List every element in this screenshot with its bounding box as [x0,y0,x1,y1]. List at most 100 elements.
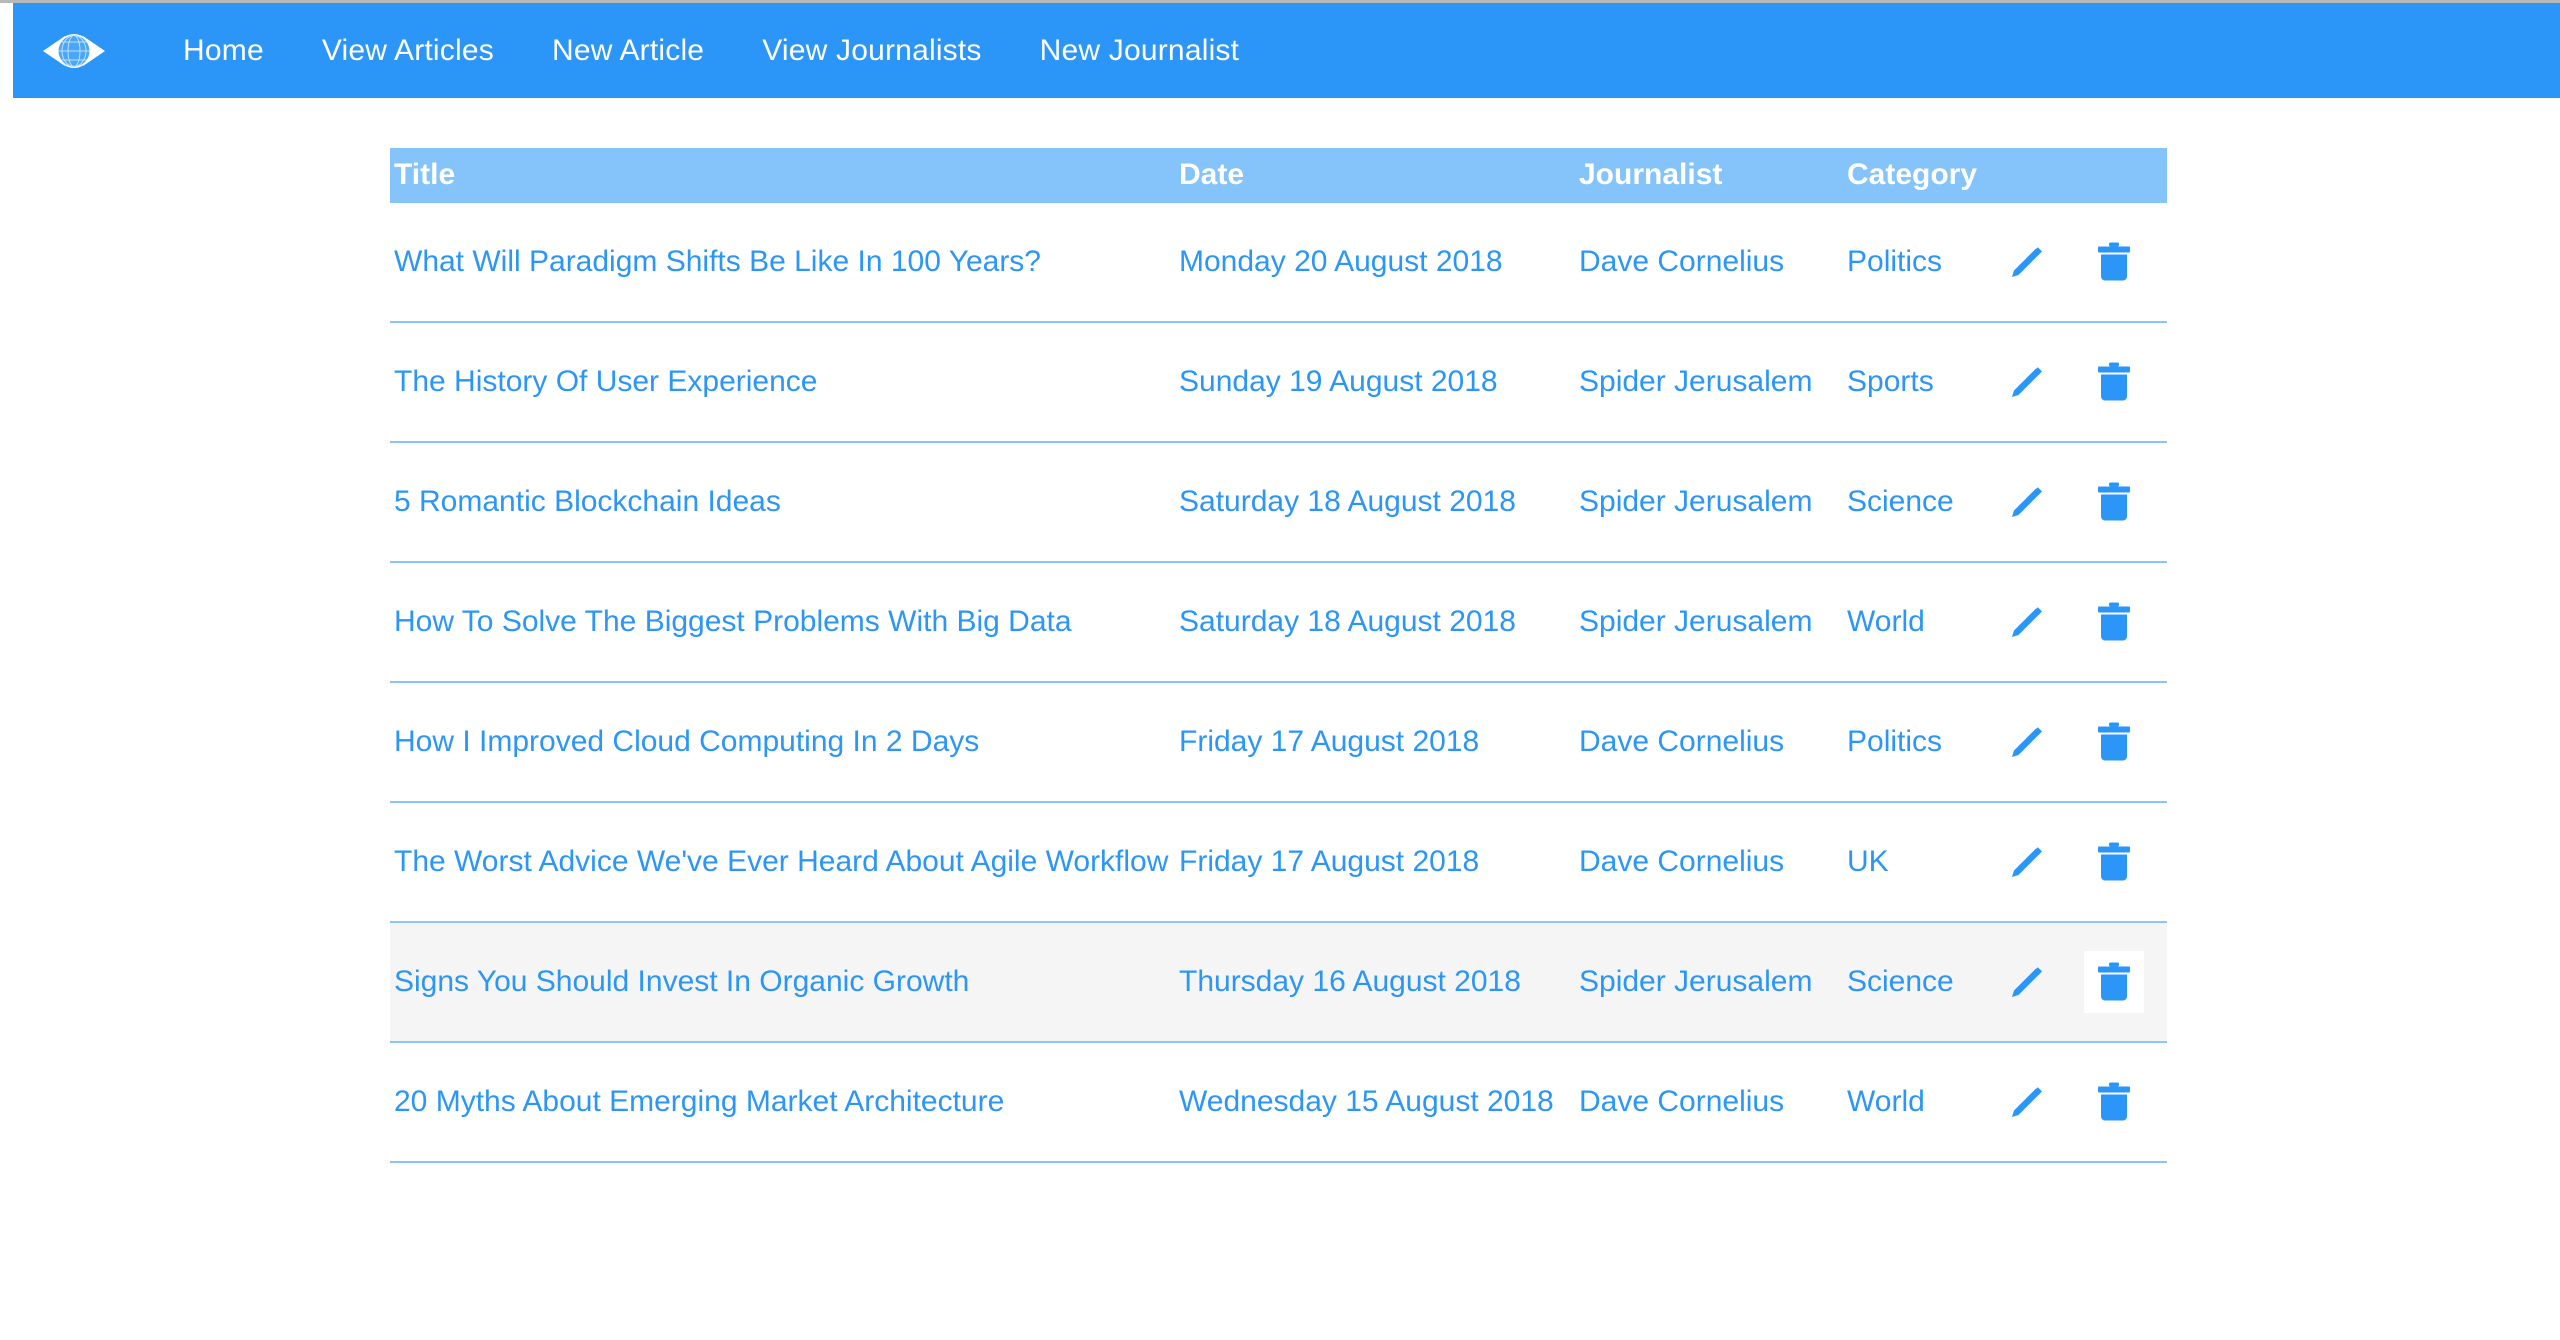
pencil-icon [2007,722,2047,762]
cell-delete [2080,802,2167,923]
nav-link-home[interactable]: Home [154,35,293,66]
pencil-icon [2007,242,2047,282]
edit-article-button[interactable] [1997,231,2057,293]
nav-links: Home View Articles New Article View Jour… [154,35,1269,66]
cell-date[interactable]: Sunday 19 August 2018 [1175,322,1575,443]
trash-icon [2096,241,2132,283]
cell-edit [1993,682,2080,803]
column-header-date[interactable]: Date [1175,148,1575,203]
table-row[interactable]: How To Solve The Biggest Problems With B… [390,562,2167,683]
brand-logo[interactable] [40,26,108,76]
cell-category[interactable]: UK [1843,802,1993,923]
cell-category[interactable]: Science [1843,922,1993,1043]
edit-article-button[interactable] [1997,1071,2057,1133]
pencil-icon [2007,482,2047,522]
delete-article-button[interactable] [2084,831,2144,893]
table-row[interactable]: The History Of User Experience Sunday 19 … [390,322,2167,443]
cell-delete [2080,442,2167,563]
delete-article-button[interactable] [2084,591,2144,653]
edit-article-button[interactable] [1997,471,2057,533]
trash-icon [2096,841,2132,883]
cell-delete [2080,682,2167,803]
pencil-icon [2007,1082,2047,1122]
cell-delete [2080,203,2167,323]
edit-article-button[interactable] [1997,591,2057,653]
table-row[interactable]: How I Improved Cloud Computing In 2 Days… [390,682,2167,803]
trash-icon [2096,601,2132,643]
column-header-title[interactable]: Title [390,148,1175,203]
table-row[interactable]: What Will Paradigm Shifts Be Like In 100… [390,203,2167,323]
cell-title[interactable]: 20 Myths About Emerging Market Architect… [390,1042,1175,1163]
trash-icon [2096,361,2132,403]
cell-edit [1993,203,2080,323]
edit-article-button[interactable] [1997,831,2057,893]
delete-article-button[interactable] [2084,231,2144,293]
cell-journalist[interactable]: Dave Cornelius [1575,682,1843,803]
cell-date[interactable]: Friday 17 August 2018 [1175,682,1575,803]
cell-title[interactable]: The Worst Advice We've Ever Heard About … [390,802,1175,923]
cell-category[interactable]: World [1843,562,1993,683]
table-row[interactable]: 20 Myths About Emerging Market Architect… [390,1042,2167,1163]
main-navbar: Home View Articles New Article View Jour… [13,3,2560,98]
cell-delete [2080,562,2167,683]
table-row[interactable]: 5 Romantic Blockchain Ideas Saturday 18 A… [390,442,2167,563]
column-header-journalist[interactable]: Journalist [1575,148,1843,203]
cell-edit [1993,442,2080,563]
nav-link-view-articles[interactable]: View Articles [293,35,523,66]
cell-journalist[interactable]: Spider Jerusalem [1575,562,1843,683]
cell-edit [1993,1042,2080,1163]
pencil-icon [2007,842,2047,882]
pencil-icon [2007,962,2047,1002]
pencil-icon [2007,602,2047,642]
globe-compass-logo-icon [41,28,107,74]
delete-article-button[interactable] [2084,1071,2144,1133]
cell-title[interactable]: How I Improved Cloud Computing In 2 Days [390,682,1175,803]
cell-date[interactable]: Thursday 16 August 2018 [1175,922,1575,1043]
cell-edit [1993,322,2080,443]
delete-article-button[interactable] [2084,471,2144,533]
edit-article-button[interactable] [1997,351,2057,413]
nav-link-view-journalists[interactable]: View Journalists [733,35,1010,66]
cell-journalist[interactable]: Spider Jerusalem [1575,322,1843,443]
delete-article-button[interactable] [2084,951,2144,1013]
nav-link-new-article[interactable]: New Article [523,35,733,66]
cell-category[interactable]: Sports [1843,322,1993,443]
articles-table: Title Date Journalist Category What Will… [390,148,2167,1163]
edit-article-button[interactable] [1997,951,2057,1013]
cell-edit [1993,562,2080,683]
edit-article-button[interactable] [1997,711,2057,773]
nav-link-new-journalist[interactable]: New Journalist [1011,35,1269,66]
cell-journalist[interactable]: Dave Cornelius [1575,802,1843,923]
cell-category[interactable]: Science [1843,442,1993,563]
trash-icon [2096,481,2132,523]
trash-icon [2096,961,2132,1003]
cell-date[interactable]: Saturday 18 August 2018 [1175,442,1575,563]
cell-title[interactable]: What Will Paradigm Shifts Be Like In 100… [390,203,1175,323]
cell-journalist[interactable]: Spider Jerusalem [1575,442,1843,563]
table-header-row: Title Date Journalist Category [390,148,2167,203]
cell-title[interactable]: The History Of User Experience [390,322,1175,443]
delete-article-button[interactable] [2084,711,2144,773]
trash-icon [2096,1081,2132,1123]
cell-date[interactable]: Wednesday 15 August 2018 [1175,1042,1575,1163]
table-row[interactable]: Signs You Should Invest In Organic Growt… [390,922,2167,1043]
cell-category[interactable]: Politics [1843,203,1993,323]
cell-category[interactable]: Politics [1843,682,1993,803]
cell-title[interactable]: 5 Romantic Blockchain Ideas [390,442,1175,563]
articles-table-container: Title Date Journalist Category What Will… [390,148,2167,1163]
cell-journalist[interactable]: Dave Cornelius [1575,203,1843,323]
column-header-category[interactable]: Category [1843,148,1993,203]
cell-journalist[interactable]: Dave Cornelius [1575,1042,1843,1163]
cell-edit [1993,922,2080,1043]
table-header: Title Date Journalist Category [390,148,2167,203]
cell-date[interactable]: Friday 17 August 2018 [1175,802,1575,923]
table-row[interactable]: The Worst Advice We've Ever Heard About … [390,802,2167,923]
pencil-icon [2007,362,2047,402]
cell-date[interactable]: Monday 20 August 2018 [1175,203,1575,323]
cell-category[interactable]: World [1843,1042,1993,1163]
cell-title[interactable]: Signs You Should Invest In Organic Growt… [390,922,1175,1043]
cell-journalist[interactable]: Spider Jerusalem [1575,922,1843,1043]
cell-title[interactable]: How To Solve The Biggest Problems With B… [390,562,1175,683]
delete-article-button[interactable] [2084,351,2144,413]
cell-date[interactable]: Saturday 18 August 2018 [1175,562,1575,683]
